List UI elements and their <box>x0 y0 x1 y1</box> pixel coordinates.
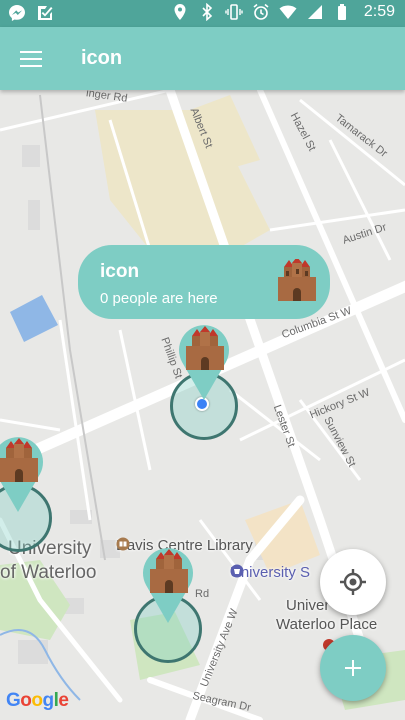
vibrate-icon <box>225 4 243 20</box>
bluetooth-icon <box>202 3 213 21</box>
status-bar: 2:59 <box>0 0 405 27</box>
street-label: Rd <box>195 588 210 600</box>
castle-marker[interactable] <box>0 432 46 514</box>
shopping-icon <box>230 564 244 578</box>
tasks-icon <box>38 6 53 20</box>
bubble-title: icon <box>100 261 140 282</box>
location-icon <box>174 4 186 20</box>
messenger-icon <box>9 5 25 21</box>
place-label: of Waterloo <box>0 562 97 583</box>
add-button[interactable] <box>320 635 386 701</box>
place-info-bubble[interactable]: icon 0 people are here <box>78 245 330 319</box>
clock: 2:59 <box>363 3 395 20</box>
castle-marker[interactable] <box>176 320 232 402</box>
hamburger-menu-icon[interactable] <box>14 44 48 74</box>
battery-icon <box>337 4 346 20</box>
castle-marker[interactable] <box>140 543 196 625</box>
poi-waterloo-place[interactable]: Waterloo Place <box>276 616 377 633</box>
alarm-icon <box>253 3 269 20</box>
signal-icon <box>307 5 322 19</box>
google-logo[interactable]: Google <box>6 690 69 712</box>
my-location-icon <box>340 569 366 595</box>
app-bar: icon <box>0 27 405 90</box>
library-icon <box>116 537 130 551</box>
wifi-icon <box>279 5 297 19</box>
bubble-people-count: 0 people are here <box>100 290 218 307</box>
castle-icon <box>278 259 316 301</box>
my-location-button[interactable] <box>320 549 386 615</box>
page-title: icon <box>81 47 123 69</box>
poi-university-plaza[interactable]: University S <box>230 564 310 581</box>
